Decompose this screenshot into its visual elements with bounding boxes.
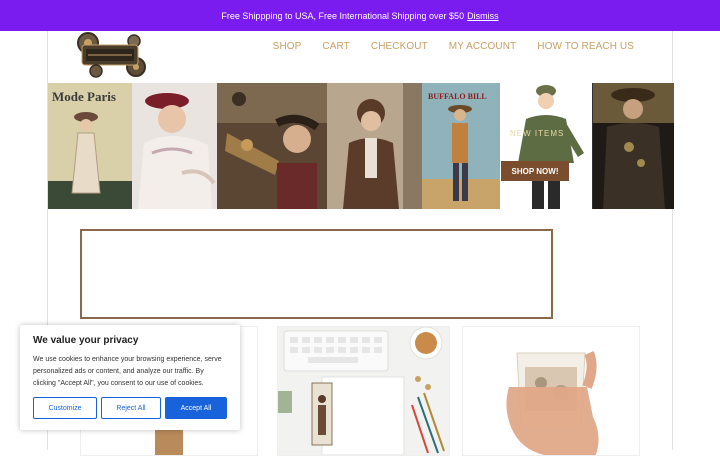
nav-cart[interactable]: CART [322,41,349,52]
cookie-title: We value your privacy [33,335,139,346]
nav-checkout[interactable]: CHECKOUT [371,41,428,52]
shop-now-button[interactable]: SHOP NOW! [501,161,569,181]
customize-button[interactable]: Customize [33,397,97,419]
nav-my-account[interactable]: MY ACCOUNT [449,41,517,52]
dismiss-link[interactable]: Dismiss [467,11,499,21]
nav-how-to-reach-us[interactable]: HOW TO REACH US [537,41,634,52]
product-card-glass[interactable] [462,326,640,456]
poster-text: Mode Paris [52,89,116,104]
product-image-glass [463,327,639,455]
banner-panel-new-items [500,83,592,209]
announcement-bar: Free Shippping to USA, Free Internationa… [0,0,720,31]
banner-panel-mode-paris: Mode Paris [48,83,132,209]
nav-shop[interactable]: SHOP [273,41,302,52]
hero-banner[interactable]: Mode Paris BUFFALO BILL [48,83,674,209]
featured-content-frame [80,229,553,319]
product-card-bookmark[interactable] [277,326,450,456]
new-items-text: NEW ITEMS [510,129,565,138]
reject-all-button[interactable]: Reject All [101,397,161,419]
site-logo[interactable] [76,31,146,79]
accept-all-button[interactable]: Accept All [165,397,227,419]
product-image-bookmark [278,327,449,455]
announcement-text: Free Shippping to USA, Free Internationa… [221,10,465,21]
steampunk-gear-logo-icon [77,32,146,78]
main-navigation: SHOP CART CHECKOUT MY ACCOUNT HOW TO REA… [273,41,634,52]
banner-panel-woman-red-hat [132,83,217,209]
cookie-consent-dialog: We value your privacy We use cookies to … [20,325,240,430]
banner-panel-victorian-woman [327,83,422,209]
banner-panel-steampunk-arm [217,83,327,209]
banner-panel-buffalo-bill: BUFFALO BILL [422,83,500,209]
buffalo-poster-text: BUFFALO BILL [428,92,487,101]
cookie-button-row: Customize Reject All Accept All [33,397,227,419]
cookie-description: We use cookies to enhance your browsing … [33,356,222,387]
banner-panel-pirate [592,83,674,209]
